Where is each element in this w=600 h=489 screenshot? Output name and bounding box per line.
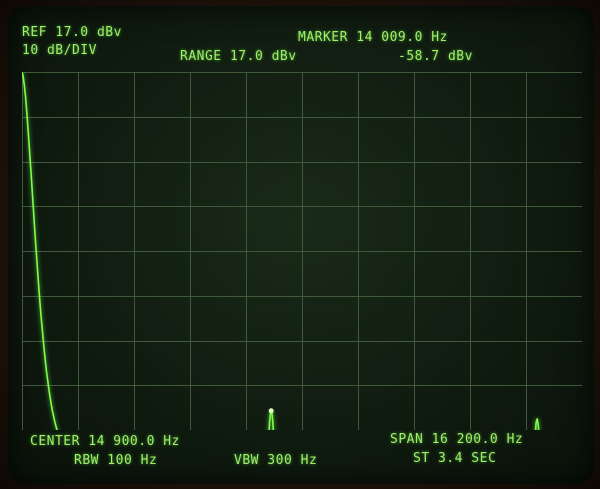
marker-dot	[268, 408, 274, 414]
rbw-readout: RBW 100 Hz	[74, 453, 158, 468]
center-frequency-readout: CENTER 14 900.0 Hz	[30, 434, 180, 449]
spectrum-display	[22, 72, 582, 430]
ref-level-readout: REF 17.0 dBv	[22, 25, 122, 40]
range-readout: RANGE 17.0 dBv	[180, 49, 297, 64]
scale-readout: 10 dB/DIV	[22, 43, 97, 58]
marker-level-readout: -58.7 dBv	[398, 49, 473, 64]
graticule	[22, 72, 582, 430]
span-readout: SPAN 16 200.0 Hz	[390, 432, 524, 447]
marker-frequency-readout: MARKER 14 009.0 Hz	[298, 30, 448, 45]
vbw-readout: VBW 300 Hz	[234, 453, 318, 468]
crt-screen: REF 17.0 dBv 10 dB/DIV RANGE 17.0 dBv MA…	[8, 6, 594, 484]
sweep-time-readout: ST 3.4 SEC	[413, 451, 497, 466]
